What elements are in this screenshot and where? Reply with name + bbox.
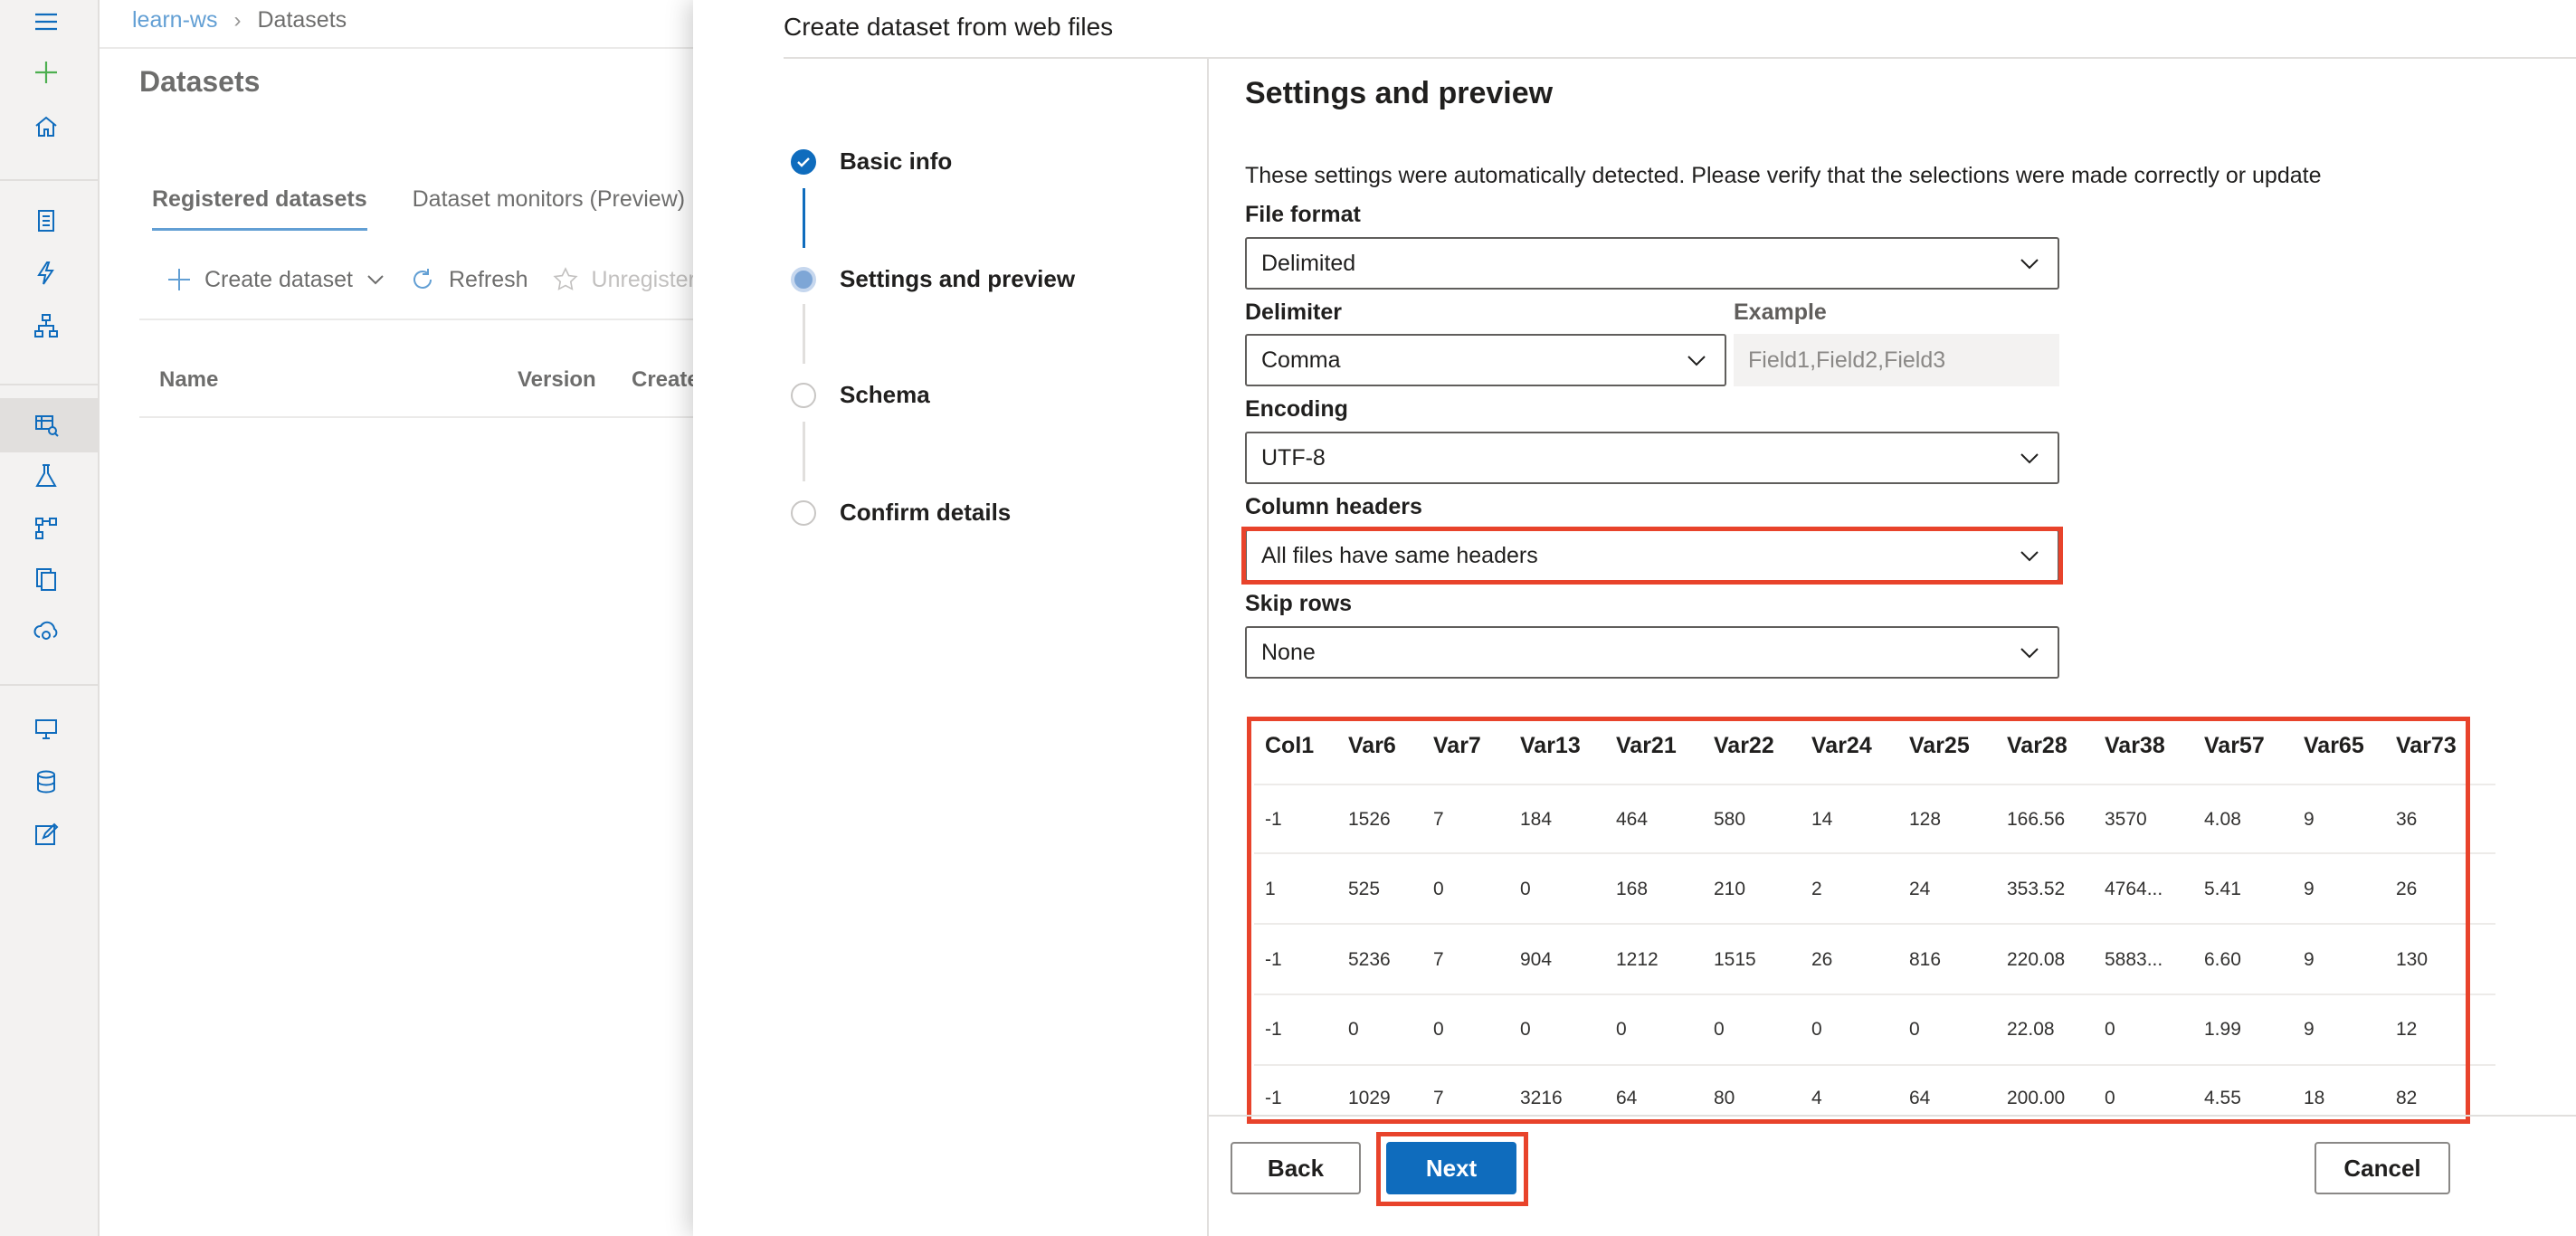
- delimiter-value: Comma: [1261, 347, 1341, 373]
- section-title: Settings and preview: [1245, 76, 1554, 110]
- step-label: Confirm details: [840, 499, 1012, 526]
- preview-highlight: [1247, 717, 2470, 1124]
- skip-rows-label: Skip rows: [1245, 591, 1353, 616]
- column-headers-label: Column headers: [1245, 494, 1422, 519]
- step-schema[interactable]: Schema: [791, 381, 930, 409]
- designer-icon[interactable]: [26, 306, 66, 346]
- example-label: Example: [1734, 299, 1827, 325]
- encoding-dropdown[interactable]: UTF-8: [1245, 432, 2059, 484]
- chevron-down-icon: [2020, 259, 2039, 270]
- left-nav-rail: [0, 0, 100, 1236]
- notebooks-icon[interactable]: [26, 201, 66, 241]
- automated-ml-icon[interactable]: [26, 253, 66, 293]
- next-button-highlight: [1376, 1132, 1528, 1206]
- chevron-down-icon: [2020, 453, 2039, 464]
- pending-step-dot-icon: [791, 382, 816, 408]
- column-headers-highlight: [1241, 527, 2063, 585]
- step-settings-and-preview[interactable]: Settings and preview: [791, 265, 1075, 293]
- chevron-down-icon: [1687, 356, 1706, 366]
- step-label: Settings and preview: [840, 265, 1076, 292]
- skip-rows-dropdown[interactable]: None: [1245, 626, 2059, 679]
- step-label: Schema: [840, 381, 930, 408]
- datasets-icon[interactable]: [26, 405, 66, 445]
- endpoints-icon[interactable]: [26, 612, 66, 651]
- file-format-dropdown[interactable]: Delimited: [1245, 237, 2059, 290]
- back-button[interactable]: Back: [1231, 1142, 1361, 1194]
- datastores-icon[interactable]: [26, 762, 66, 802]
- panel-title: Create dataset from web files: [784, 13, 1114, 41]
- models-icon[interactable]: [26, 559, 66, 599]
- page-overlay: [100, 0, 693, 1236]
- compute-icon[interactable]: [26, 709, 66, 749]
- delimiter-dropdown[interactable]: Comma: [1245, 334, 1726, 386]
- experiments-icon[interactable]: [26, 456, 66, 496]
- delimiter-label: Delimiter: [1245, 299, 1342, 325]
- pending-step-dot-icon: [791, 499, 816, 526]
- encoding-label: Encoding: [1245, 396, 1348, 422]
- chevron-down-icon: [2020, 648, 2039, 659]
- file-format-value: Delimited: [1261, 250, 1356, 276]
- encoding-value: UTF-8: [1261, 444, 1326, 471]
- auto-detect-description: These settings were automatically detect…: [1245, 163, 2322, 188]
- example-field: Field1,Field2,Field3: [1734, 334, 2059, 386]
- menu-icon[interactable]: [26, 2, 66, 42]
- step-basic-info[interactable]: Basic info: [791, 147, 952, 176]
- check-icon: [791, 148, 816, 175]
- skip-rows-value: None: [1261, 639, 1316, 665]
- home-icon[interactable]: [26, 107, 66, 147]
- create-new-icon[interactable]: [26, 52, 66, 92]
- step-confirm-details[interactable]: Confirm details: [791, 499, 1011, 527]
- pipelines-icon[interactable]: [26, 509, 66, 548]
- cancel-button[interactable]: Cancel: [2315, 1142, 2450, 1194]
- step-label: Basic info: [840, 147, 953, 175]
- file-format-label: File format: [1245, 202, 1361, 227]
- data-labeling-icon[interactable]: [26, 814, 66, 854]
- current-step-dot-icon: [791, 266, 816, 292]
